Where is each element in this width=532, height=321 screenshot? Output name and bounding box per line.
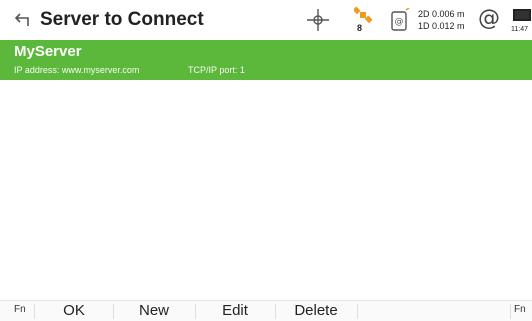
svg-text:@: @ [395,17,404,27]
delete-button[interactable]: Delete [276,301,356,321]
softkey-bar: Fn OK New Edit Delete Fn [0,300,532,321]
server-name: MyServer [14,43,82,60]
server-tcp-port: TCP/IP port: 1 [188,65,245,75]
crosshair-icon[interactable] [307,9,329,31]
precision-readout: 2D 0.006 m 1D 0.012 m [418,8,465,32]
fn-right-key[interactable]: Fn [514,304,526,315]
ok-button[interactable]: OK [36,301,112,321]
satellite-icon[interactable] [354,6,372,24]
softkey-divider [357,304,358,319]
clock: 11:47 [511,26,528,33]
new-button[interactable]: New [114,301,194,321]
precision-1d: 1D 0.012 m [418,21,465,31]
connection-at-icon[interactable]: @ [478,6,500,31]
edit-button[interactable]: Edit [196,301,274,321]
back-arrow-icon[interactable] [14,12,32,28]
battery-icon [513,9,531,21]
page-title: Server to Connect [40,9,204,30]
softkey-divider [510,304,511,319]
fn-left-key[interactable]: Fn [14,304,26,315]
server-ip-address: IP address: www.myserver.com [14,65,140,75]
device-icon[interactable]: @ [390,8,410,32]
title-bar: Server to Connect 8 @ 2D 0.006 m 1D 0.01… [0,0,532,40]
satellite-count: 8 [357,23,363,33]
server-list-item[interactable]: MyServer IP address: www.myserver.com TC… [0,40,532,80]
precision-2d: 2D 0.006 m [418,9,465,19]
softkey-divider [34,304,35,319]
